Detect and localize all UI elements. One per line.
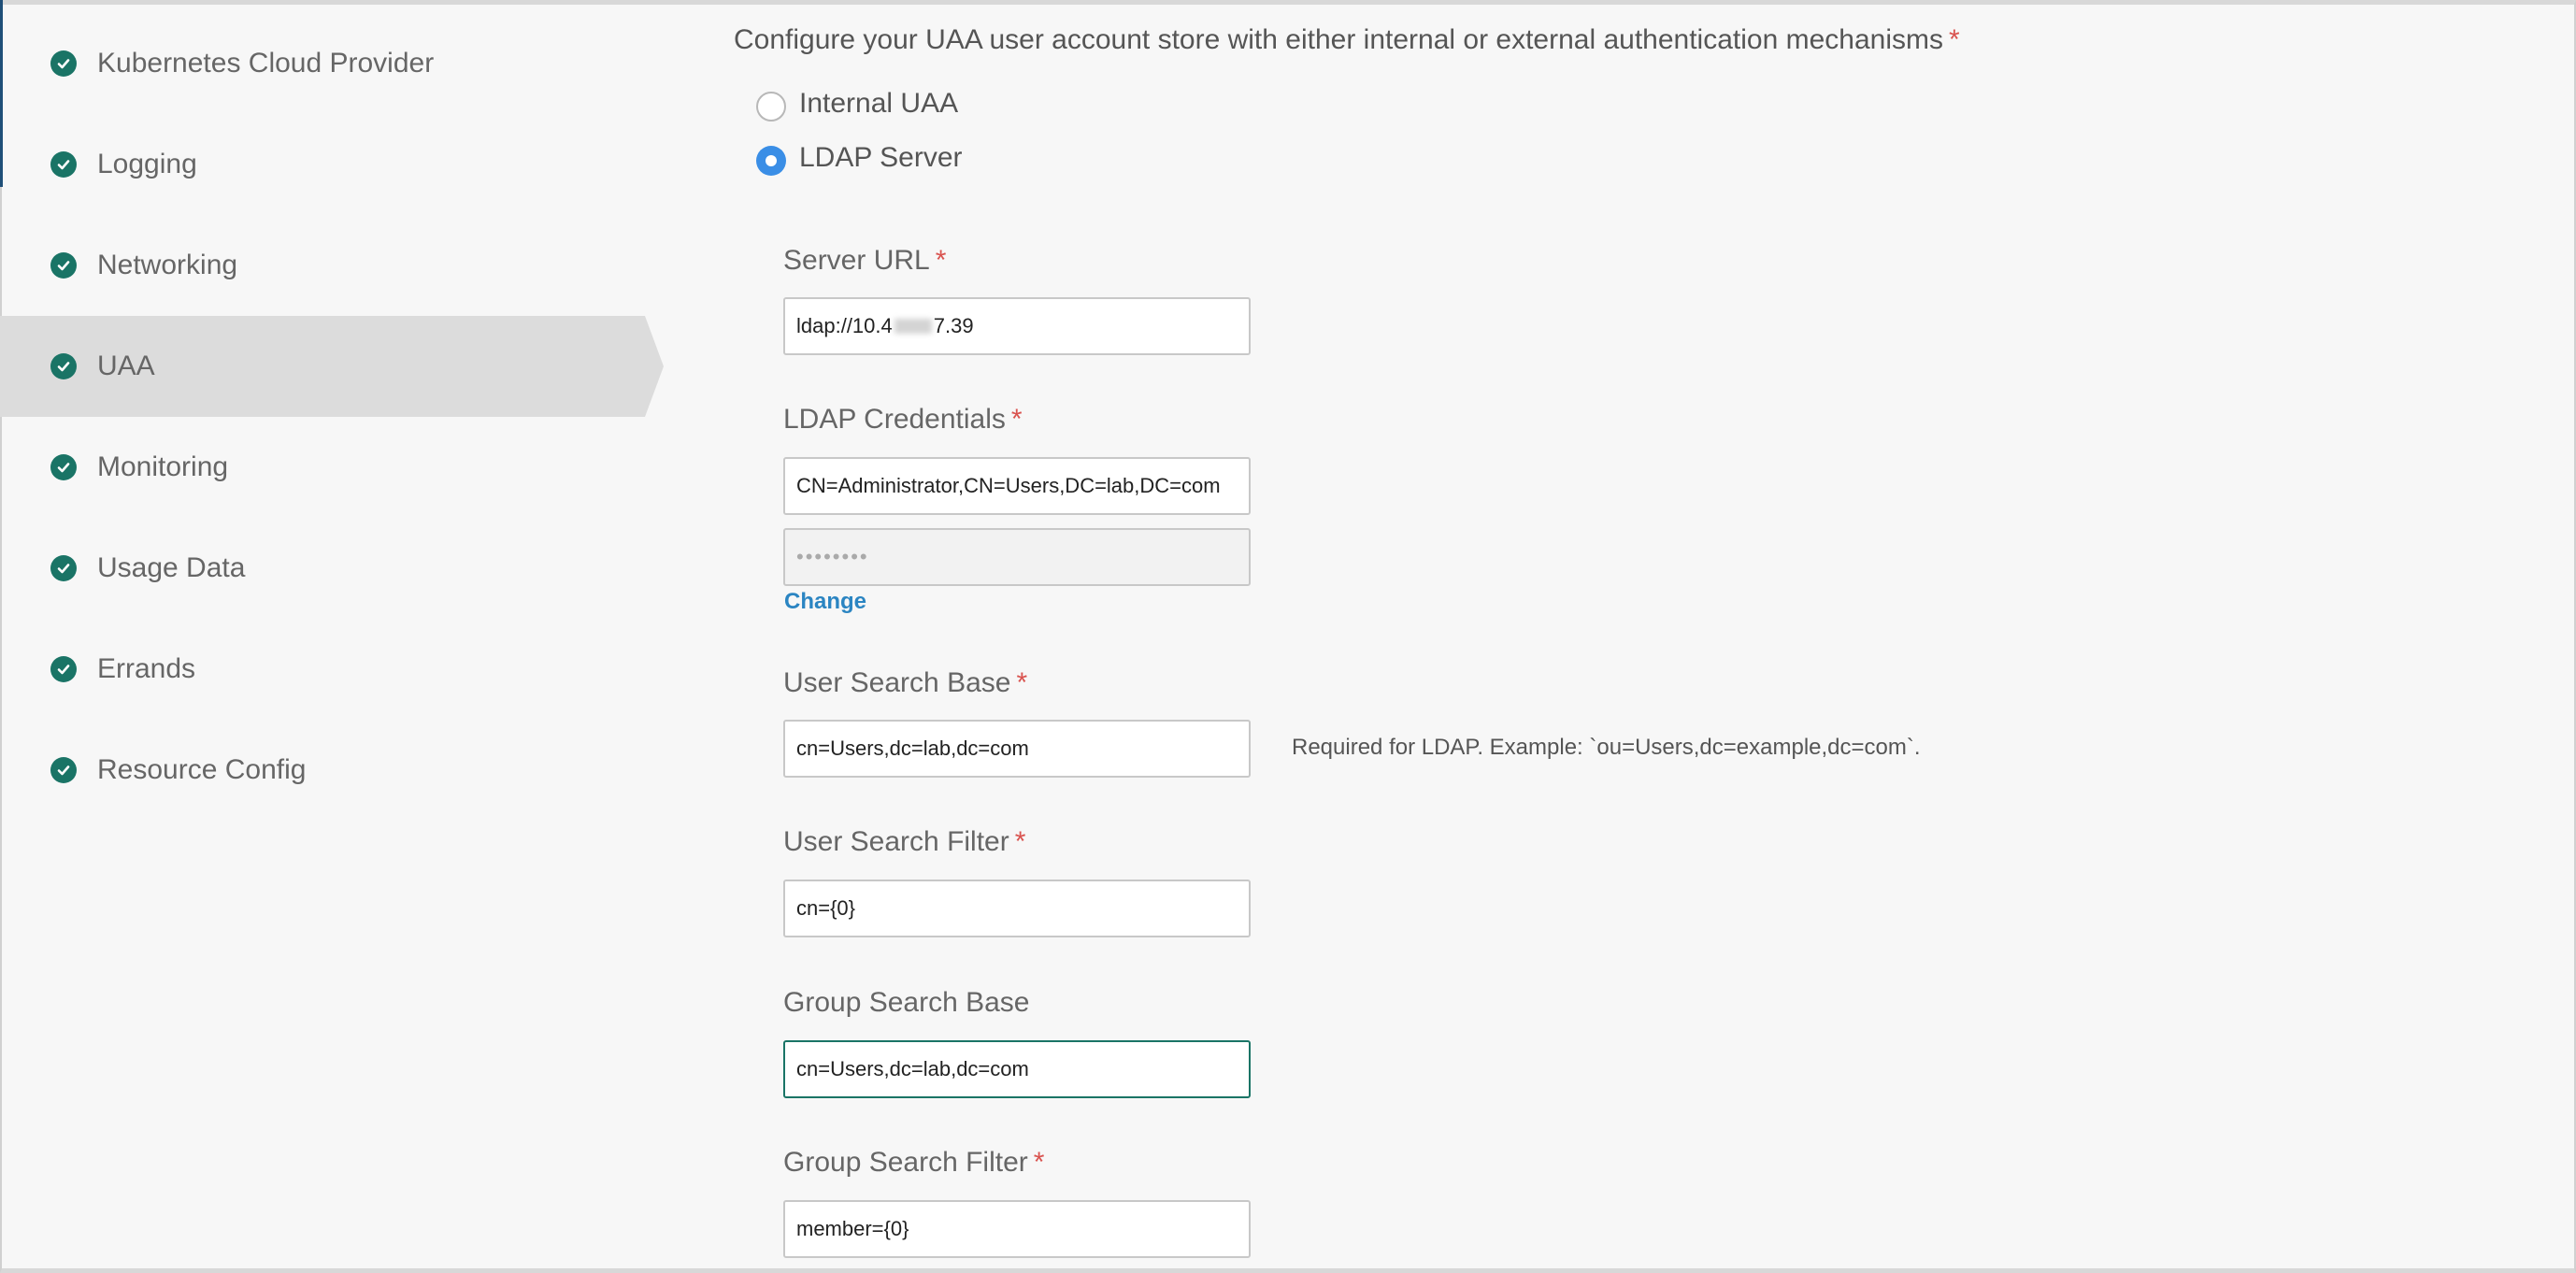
check-circle-icon [50,555,77,581]
user-search-filter-input[interactable]: cn={0} [783,880,1251,937]
check-circle-icon [50,50,77,77]
user-search-filter-label: User Search Filter * [783,826,1025,858]
label-text: User Search Filter [783,826,1009,857]
ldap-password-input: •••••••• [783,528,1251,586]
server-url-label: Server URL * [783,245,946,277]
input-value: cn=Users,dc=lab,dc=com [796,1057,1029,1080]
radio-label: Internal UAA [799,88,959,119]
radio-button[interactable] [756,92,786,122]
label-text: LDAP Credentials [783,404,1006,435]
sidebar-item-usage-data[interactable]: Usage Data [0,518,645,619]
sidebar-item-uaa[interactable]: UAA [0,316,664,417]
sidebar-item-logging[interactable]: Logging [0,114,645,215]
server-url-input[interactable]: ldap://10.4 7.39 [783,297,1251,355]
required-marker: * [1014,826,1026,857]
group-search-base-input[interactable]: cn=Users,dc=lab,dc=com [783,1040,1251,1098]
label-text: Server URL [783,245,930,276]
input-value: cn=Users,dc=lab,dc=com [796,737,1029,760]
label-text: Group Search Filter [783,1147,1028,1178]
sidebar-item-errands[interactable]: Errands [0,619,645,720]
ldap-username-input[interactable]: CN=Administrator,CN=Users,DC=lab,DC=com [783,457,1251,515]
label-text: Group Search Base [783,987,1030,1018]
group-search-filter-label: Group Search Filter * [783,1147,1044,1179]
check-circle-icon [50,454,77,480]
sidebar-item-label: Monitoring [97,451,229,482]
sidebar-item-label: Errands [97,653,196,684]
label-text: User Search Base [783,667,1011,698]
required-marker: * [1016,667,1028,698]
sidebar-item-monitoring[interactable]: Monitoring [0,417,645,518]
sidebar-item-label: Resource Config [97,754,307,785]
sidebar: Kubernetes Cloud Provider Logging Networ… [0,0,673,1273]
required-marker: * [1033,1147,1045,1178]
change-password-link[interactable]: Change [784,589,866,615]
server-url-value-start: ldap://10.4 [796,314,893,337]
redacted-blur [894,319,932,334]
intro-text: Configure your UAA user account store wi… [734,24,1943,55]
sidebar-item-networking[interactable]: Networking [0,215,645,316]
check-circle-icon [50,656,77,682]
check-circle-icon [50,252,77,279]
radio-internal-uaa[interactable]: Internal UAA [756,86,958,122]
sidebar-item-label: Usage Data [97,552,246,583]
required-marker: * [1010,404,1023,435]
sidebar-item-label: Logging [97,149,197,179]
sidebar-item-label: UAA [97,350,155,381]
check-circle-icon [50,151,77,178]
required-marker: * [935,245,947,276]
user-search-base-help: Required for LDAP. Example: `ou=Users,dc… [1292,735,1921,760]
check-circle-icon [50,757,77,783]
user-search-base-input[interactable]: cn=Users,dc=lab,dc=com [783,720,1251,778]
radio-label: LDAP Server [799,142,963,173]
server-url-value-end: 7.39 [933,314,974,337]
check-circle-icon [50,353,77,379]
group-search-filter-input[interactable]: member={0} [783,1200,1251,1258]
required-marker: * [1949,24,1960,55]
ldap-username-value: CN=Administrator,CN=Users,DC=lab,DC=com [796,474,1221,497]
group-search-base-label: Group Search Base [783,987,1029,1019]
ldap-credentials-label: LDAP Credentials * [783,404,1023,436]
sidebar-item-resource-config[interactable]: Resource Config [0,720,645,821]
user-search-base-label: User Search Base * [783,667,1027,699]
sidebar-item-kubernetes-cloud-provider[interactable]: Kubernetes Cloud Provider [0,13,645,114]
sidebar-item-label: Networking [97,250,238,280]
password-mask: •••••••• [796,545,869,568]
input-value: member={0} [796,1217,909,1240]
form-intro: Configure your UAA user account store wi… [734,24,1960,56]
sidebar-item-label: Kubernetes Cloud Provider [97,48,435,79]
radio-button-selected[interactable] [756,146,786,176]
radio-ldap-server[interactable]: LDAP Server [756,140,963,176]
input-value: cn={0} [796,896,856,920]
